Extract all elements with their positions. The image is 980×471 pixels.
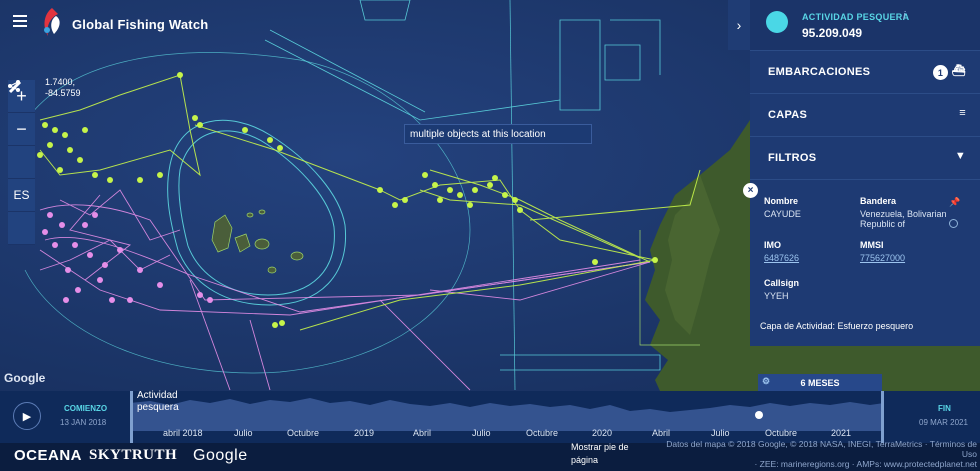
google-watermark: Google [4,371,46,385]
time-range-label: 6 MESES [800,377,840,388]
vessel-flag-value: Venezuela, Bolivarian Republic of [860,209,947,229]
section-filters[interactable]: FILTROS ▼ [750,137,980,180]
app-title: Global Fishing Watch [72,16,209,32]
filter-icon: ▼ [954,150,966,162]
end-date[interactable]: 09 MAR 2021 [919,418,968,427]
section-layers-label: CAPAS [768,109,808,121]
map-tooltip: multiple objects at this location [404,124,592,144]
vessel-callsign-label: Callsign [764,278,800,288]
activity-value: 95.209.049 [802,26,863,40]
skytruth-logo[interactable]: SKYTRUTH [89,447,177,464]
vessel-info-card: × Nombre CAYUDE Bandera Venezuela, Boliv… [743,182,980,346]
target-icon[interactable] [949,219,958,228]
layers-icon: ≡ [959,107,966,119]
map-toolbar: + − ES [8,80,35,245]
histogram-label: Actividad pesquera [137,390,179,414]
start-date[interactable]: 13 JAN 2018 [60,418,106,427]
section-layers[interactable]: CAPAS ≡ [750,94,980,137]
tick-label: Octubre [287,428,320,438]
timebar: ▶ COMIENZO 13 JAN 2018 Actividad pesquer… [0,390,980,443]
menu-icon[interactable] [13,14,29,28]
show-caption-button[interactable]: Mostrar pie de página [571,441,631,467]
coordinate-lon: -84.5759 [45,88,81,98]
vessel-callsign-value: YYEH [764,291,789,301]
vessel-name-value: CAYUDE [764,209,801,219]
tick-label: abril 2018 [163,428,203,438]
tick-label: Julio [234,428,253,438]
fishing-activity-header: ACTIVIDAD PESQUERA i 95.209.049 [750,0,980,51]
tick-label: 2021 [831,428,852,438]
side-panel: ACTIVIDAD PESQUERA i 95.209.049 EMBARCAC… [743,0,980,346]
tick-label: Abril [413,428,432,438]
coordinate-lat: 1.7400, [45,77,76,87]
activity-layer-text: Capa de Actividad: Esfuerzo pesquero [760,321,914,331]
ruler-button[interactable] [8,80,35,245]
tick-label: 2020 [592,428,613,438]
histogram-label-line2: pesquera [137,402,179,413]
tick-label: 2019 [354,428,375,438]
vessel-mmsi-field: MMSI 775627000 [860,240,905,263]
attribution-line2[interactable]: Uso [652,449,977,459]
chevron-right-icon: › [736,17,742,33]
gear-icon: ⚙ [762,376,771,386]
start-label: COMIENZO [64,404,108,413]
cursor-coordinates: 1.7400, -84.5759 [45,77,81,99]
info-icon[interactable]: i [903,10,905,22]
vessel-callsign-field: Callsign YYEH [764,278,799,301]
oceana-logo[interactable]: OCEANA [14,447,82,464]
histogram-label-line1: Actividad [137,390,178,401]
globe-icon [766,11,788,33]
play-button[interactable]: ▶ [13,402,41,430]
vessel-imo-label: IMO [764,240,781,250]
vessels-count-badge: 1 [933,65,948,80]
close-icon[interactable]: × [743,183,758,198]
tick-label: Abril [652,428,671,438]
time-cursor-handle[interactable] [755,411,763,419]
section-vessels-label: EMBARCACIONES [768,66,871,78]
vessel-imo-field: IMO 6487626 [764,240,799,263]
activity-label: ACTIVIDAD PESQUERA [802,12,910,22]
vessel-name-label: Nombre [764,196,799,206]
vessel-icon: ⛴ [951,65,966,77]
language-button[interactable]: ES [8,179,35,212]
end-label: FIN [938,404,951,413]
tick-label: Julio [711,428,730,438]
map-attribution: Datos del mapa © 2018 Google, © 2018 NAS… [652,439,977,469]
section-vessels[interactable]: EMBARCACIONES 1 ⛴ [750,51,980,94]
pin-icon[interactable]: 📌 [949,197,960,208]
app-brand[interactable]: Global Fishing Watch [38,6,208,42]
tick-label: Octubre [526,428,559,438]
tick-label: Octubre [765,428,798,438]
attribution-line1[interactable]: Datos del mapa © 2018 Google, © 2018 NAS… [652,439,977,449]
caption-line1: Mostrar pie de [571,442,629,452]
vessel-imo-link[interactable]: 6487626 [764,253,799,263]
attribution-line3[interactable]: · ZEE: marineregions.org · AMPs: www.pro… [652,459,977,469]
caption-line2: página [571,455,599,465]
collapse-panel-button[interactable]: › [728,0,750,50]
gfw-logo-icon [38,8,66,40]
vessel-flag-field: Bandera Venezuela, Bolivarian Republic o… [860,196,948,229]
vessel-name-field: Nombre CAYUDE [764,196,801,219]
play-icon: ▶ [22,410,32,423]
zoom-out-button[interactable]: − [8,113,35,146]
section-filters-label: FILTROS [768,152,817,164]
tick-label: Julio [472,428,491,438]
share-button[interactable] [8,80,35,179]
vessel-mmsi-label: MMSI [860,240,884,250]
vessel-flag-label: Bandera [860,196,897,206]
vessel-mmsi-link[interactable]: 775627000 [860,253,905,263]
time-range-mode-button[interactable]: ⚙ 6 MESES [758,374,882,391]
google-logo[interactable]: Google [193,447,248,465]
